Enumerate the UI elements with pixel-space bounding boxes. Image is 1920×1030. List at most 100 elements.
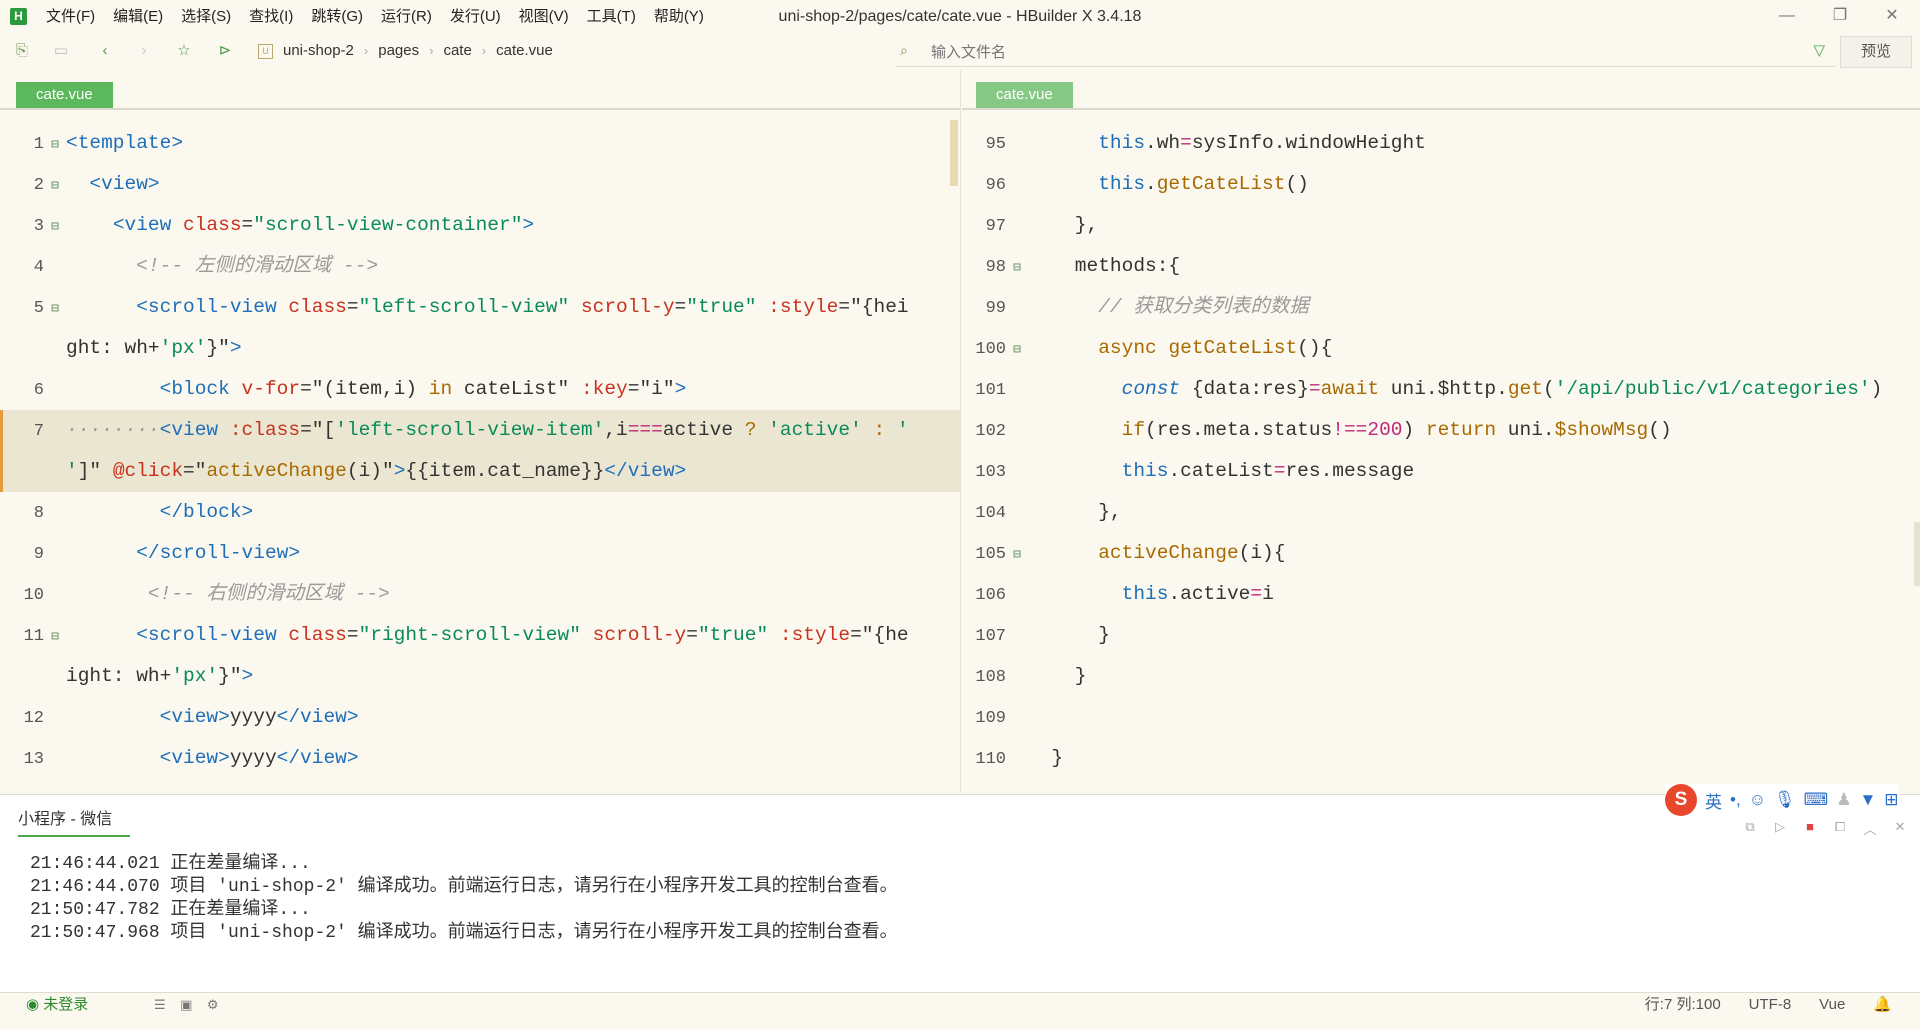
forward-icon[interactable]: › [135, 42, 153, 60]
code-line[interactable]: 100 ⊟ async getCateList(){ [962, 328, 1920, 369]
minimize-button[interactable]: — [1762, 0, 1812, 34]
code-line[interactable]: 107 } [962, 615, 1920, 656]
language-mode[interactable]: Vue [1819, 993, 1845, 1017]
code-line[interactable]: 101 const {data:res}=await uni.$http.get… [962, 369, 1920, 410]
code-line[interactable]: 105 ⊟ activeChange(i){ [962, 533, 1920, 574]
code-area[interactable]: 1 ⊟ <template> 2 ⊟ <view> 3 ⊟ <view class="scr… [0, 123, 960, 779]
settings-icon[interactable]: ⚙ [207, 997, 219, 1012]
breadcrumb-item[interactable]: cate [443, 34, 471, 68]
code-text: const {data:res}=await uni.$http.get('/a… [1121, 378, 1883, 400]
code-line[interactable]: 8 </block> [0, 492, 960, 533]
menu-item[interactable]: 跳转(G) [311, 0, 363, 34]
fold-icon[interactable]: ⊟ [1006, 534, 1028, 575]
breadcrumb-item[interactable]: uni-shop-2 [283, 34, 354, 68]
code-line[interactable]: ight: wh+'px'}"> [0, 656, 960, 697]
editor-tab[interactable]: cate.vue [16, 82, 113, 108]
fold-icon[interactable]: ⊟ [44, 165, 66, 206]
back-icon[interactable]: ‹ [96, 42, 114, 60]
preview-button[interactable]: 预览 [1840, 36, 1912, 68]
breadcrumb-item[interactable]: pages [378, 34, 419, 68]
code-line[interactable]: 102 if(res.meta.status!==200) return uni… [962, 410, 1920, 451]
code-line[interactable]: 108 } [962, 656, 1920, 697]
code-area[interactable]: 95 this.wh=sysInfo.windowHeight 96 this.g… [962, 123, 1920, 779]
skin-icon[interactable]: ▼ [1859, 790, 1876, 810]
code-line[interactable]: 95 this.wh=sysInfo.windowHeight [962, 123, 1920, 164]
copy-icon[interactable]: ⧉ [1735, 819, 1765, 838]
fold-icon[interactable]: ⊟ [44, 124, 66, 165]
code-line[interactable]: 6 <block v-for="(item,i) in cateList" :k… [0, 369, 960, 410]
fold-icon[interactable]: ⊟ [1006, 329, 1028, 370]
chevron-up-icon[interactable]: ︿ [1855, 819, 1885, 838]
code-line[interactable]: 5 ⊟ <scroll-view class="left-scroll-view"… [0, 287, 960, 328]
encoding[interactable]: UTF-8 [1749, 993, 1792, 1017]
code-line[interactable]: 9 </scroll-view> [0, 533, 960, 574]
filter-icon[interactable]: ▽ [1813, 41, 1825, 59]
emoji-icon[interactable]: ☺ [1749, 790, 1766, 810]
login-status[interactable]: ◉ 未登录 [26, 993, 88, 1017]
fold-icon[interactable]: ⊟ [44, 288, 66, 329]
close-icon[interactable]: ✕ [1885, 819, 1915, 838]
code-line[interactable]: 3 ⊟ <view class="scroll-view-container"> [0, 205, 960, 246]
code-line[interactable]: ght: wh+'px'}"> [0, 328, 960, 369]
code-line[interactable]: 110 } [962, 738, 1920, 779]
menu-item[interactable]: 发行(U) [450, 0, 501, 34]
bell-icon[interactable]: 🔔 [1873, 993, 1892, 1017]
cursor-position[interactable]: 行:7 列:100 [1645, 993, 1721, 1017]
new-file-icon[interactable]: ⎘ [13, 42, 31, 60]
terminal-icon[interactable]: ▣ [180, 997, 192, 1012]
code-line[interactable]: ']" @click="activeChange(i)">{{item.cat_… [0, 451, 960, 492]
code-line[interactable]: 2 ⊟ <view> [0, 164, 960, 205]
code-line[interactable]: 98 ⊟ methods:{ [962, 246, 1920, 287]
list-icon[interactable]: ☰ [154, 997, 166, 1012]
menu-item[interactable]: 文件(F) [46, 0, 95, 34]
code-line[interactable]: 99 // 获取分类列表的数据 [962, 287, 1920, 328]
code-text: <scroll-view class="right-scroll-view" s… [136, 624, 909, 646]
sogou-logo-icon[interactable]: S [1665, 784, 1697, 816]
fold-icon[interactable]: ⊟ [44, 616, 66, 657]
menu-item[interactable]: 查找(I) [249, 0, 293, 34]
scrollbar-thumb[interactable] [950, 120, 958, 186]
left-editor[interactable]: cate.vue 1 ⊟ <template> 2 ⊟ <view> 3 ⊟ <view c… [0, 70, 961, 792]
editor-tab[interactable]: cate.vue [976, 82, 1073, 108]
code-line[interactable]: 106 this.active=i [962, 574, 1920, 615]
menu-item[interactable]: 编辑(E) [113, 0, 163, 34]
run-icon[interactable]: ▷ [1765, 819, 1795, 838]
keyboard-icon[interactable]: ⌨ [1804, 790, 1829, 810]
menu-item[interactable]: 视图(V) [519, 0, 569, 34]
close-button[interactable]: ✕ [1867, 0, 1917, 34]
console-tab[interactable]: 小程序 - 微信 [18, 805, 131, 837]
microphone-icon[interactable]: 🎙 [1774, 790, 1796, 810]
save-icon[interactable]: ▭ [52, 42, 70, 60]
menu-item[interactable]: 帮助(Y) [654, 0, 704, 34]
fold-icon[interactable]: ⊟ [1006, 247, 1028, 288]
punctuation-icon[interactable]: •, [1730, 790, 1741, 810]
code-line[interactable]: 103 this.cateList=res.message [962, 451, 1920, 492]
restore-icon[interactable]: ⧠ [1825, 819, 1855, 838]
star-icon[interactable]: ☆ [175, 42, 193, 60]
ime-language[interactable]: 英 [1705, 788, 1722, 813]
menu-item[interactable]: 工具(T) [587, 0, 636, 34]
code-line[interactable]: 109 [962, 697, 1920, 738]
stop-icon[interactable]: ■ [1795, 819, 1825, 838]
menu-item[interactable]: 选择(S) [181, 0, 231, 34]
menu-item[interactable]: 运行(R) [381, 0, 432, 34]
code-line[interactable]: 7 ········<view :class="['left-scroll-vie… [0, 410, 960, 451]
maximize-button[interactable]: ❐ [1815, 0, 1865, 34]
code-line[interactable]: 4 <!-- 左侧的滑动区域 --> [0, 246, 960, 287]
breadcrumb-item[interactable]: cate.vue [496, 34, 553, 68]
code-line[interactable]: 96 this.getCateList() [962, 164, 1920, 205]
code-line[interactable]: 13 <view>yyyy</view> [0, 738, 960, 779]
code-line[interactable]: 10 <!-- 右侧的滑动区域 --> [0, 574, 960, 615]
right-editor[interactable]: cate.vue 95 this.wh=sysInfo.windowHeight… [962, 70, 1920, 792]
code-line[interactable]: 104 }, [962, 492, 1920, 533]
file-search-input[interactable] [929, 39, 1783, 65]
run-icon[interactable]: ⊳ [216, 42, 234, 60]
code-line[interactable]: 11 ⊟ <scroll-view class="right-scroll-vie… [0, 615, 960, 656]
code-line[interactable]: 97 }, [962, 205, 1920, 246]
code-line[interactable]: 1 ⊟ <template> [0, 123, 960, 164]
user-icon[interactable]: ♟ [1836, 790, 1851, 810]
fold-icon[interactable]: ⊟ [44, 206, 66, 247]
apps-icon[interactable]: ⊞ [1884, 790, 1898, 810]
scrollbar-thumb[interactable] [1914, 522, 1920, 586]
code-line[interactable]: 12 <view>yyyy</view> [0, 697, 960, 738]
